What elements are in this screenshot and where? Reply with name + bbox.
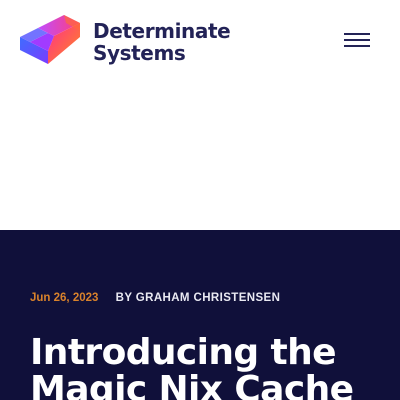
site-header: Determinate Systems (0, 0, 400, 80)
logo-line-2: Systems (93, 41, 186, 65)
article-title: Introducing the Magic Nix Cache (30, 332, 354, 400)
article-hero: Jun 26, 2023 BY GRAHAM CHRISTENSEN Intro… (0, 230, 400, 400)
logo-cube-icon (20, 15, 80, 64)
hamburger-menu-icon (344, 33, 370, 47)
logo-line-1: Determinate (93, 19, 231, 43)
article-date: Jun 26, 2023 (30, 292, 99, 304)
determinate-systems-logo[interactable]: Determinate Systems (18, 11, 231, 67)
hamburger-menu-button[interactable] (342, 28, 372, 52)
article-meta: Jun 26, 2023 BY GRAHAM CHRISTENSEN (30, 292, 280, 304)
article-byline: BY GRAHAM CHRISTENSEN (115, 292, 281, 304)
article-title-line-1: Introducing the (30, 332, 337, 373)
article-title-line-2: Magic Nix Cache (30, 369, 354, 400)
logo-wordmark: Determinate Systems (93, 19, 231, 65)
